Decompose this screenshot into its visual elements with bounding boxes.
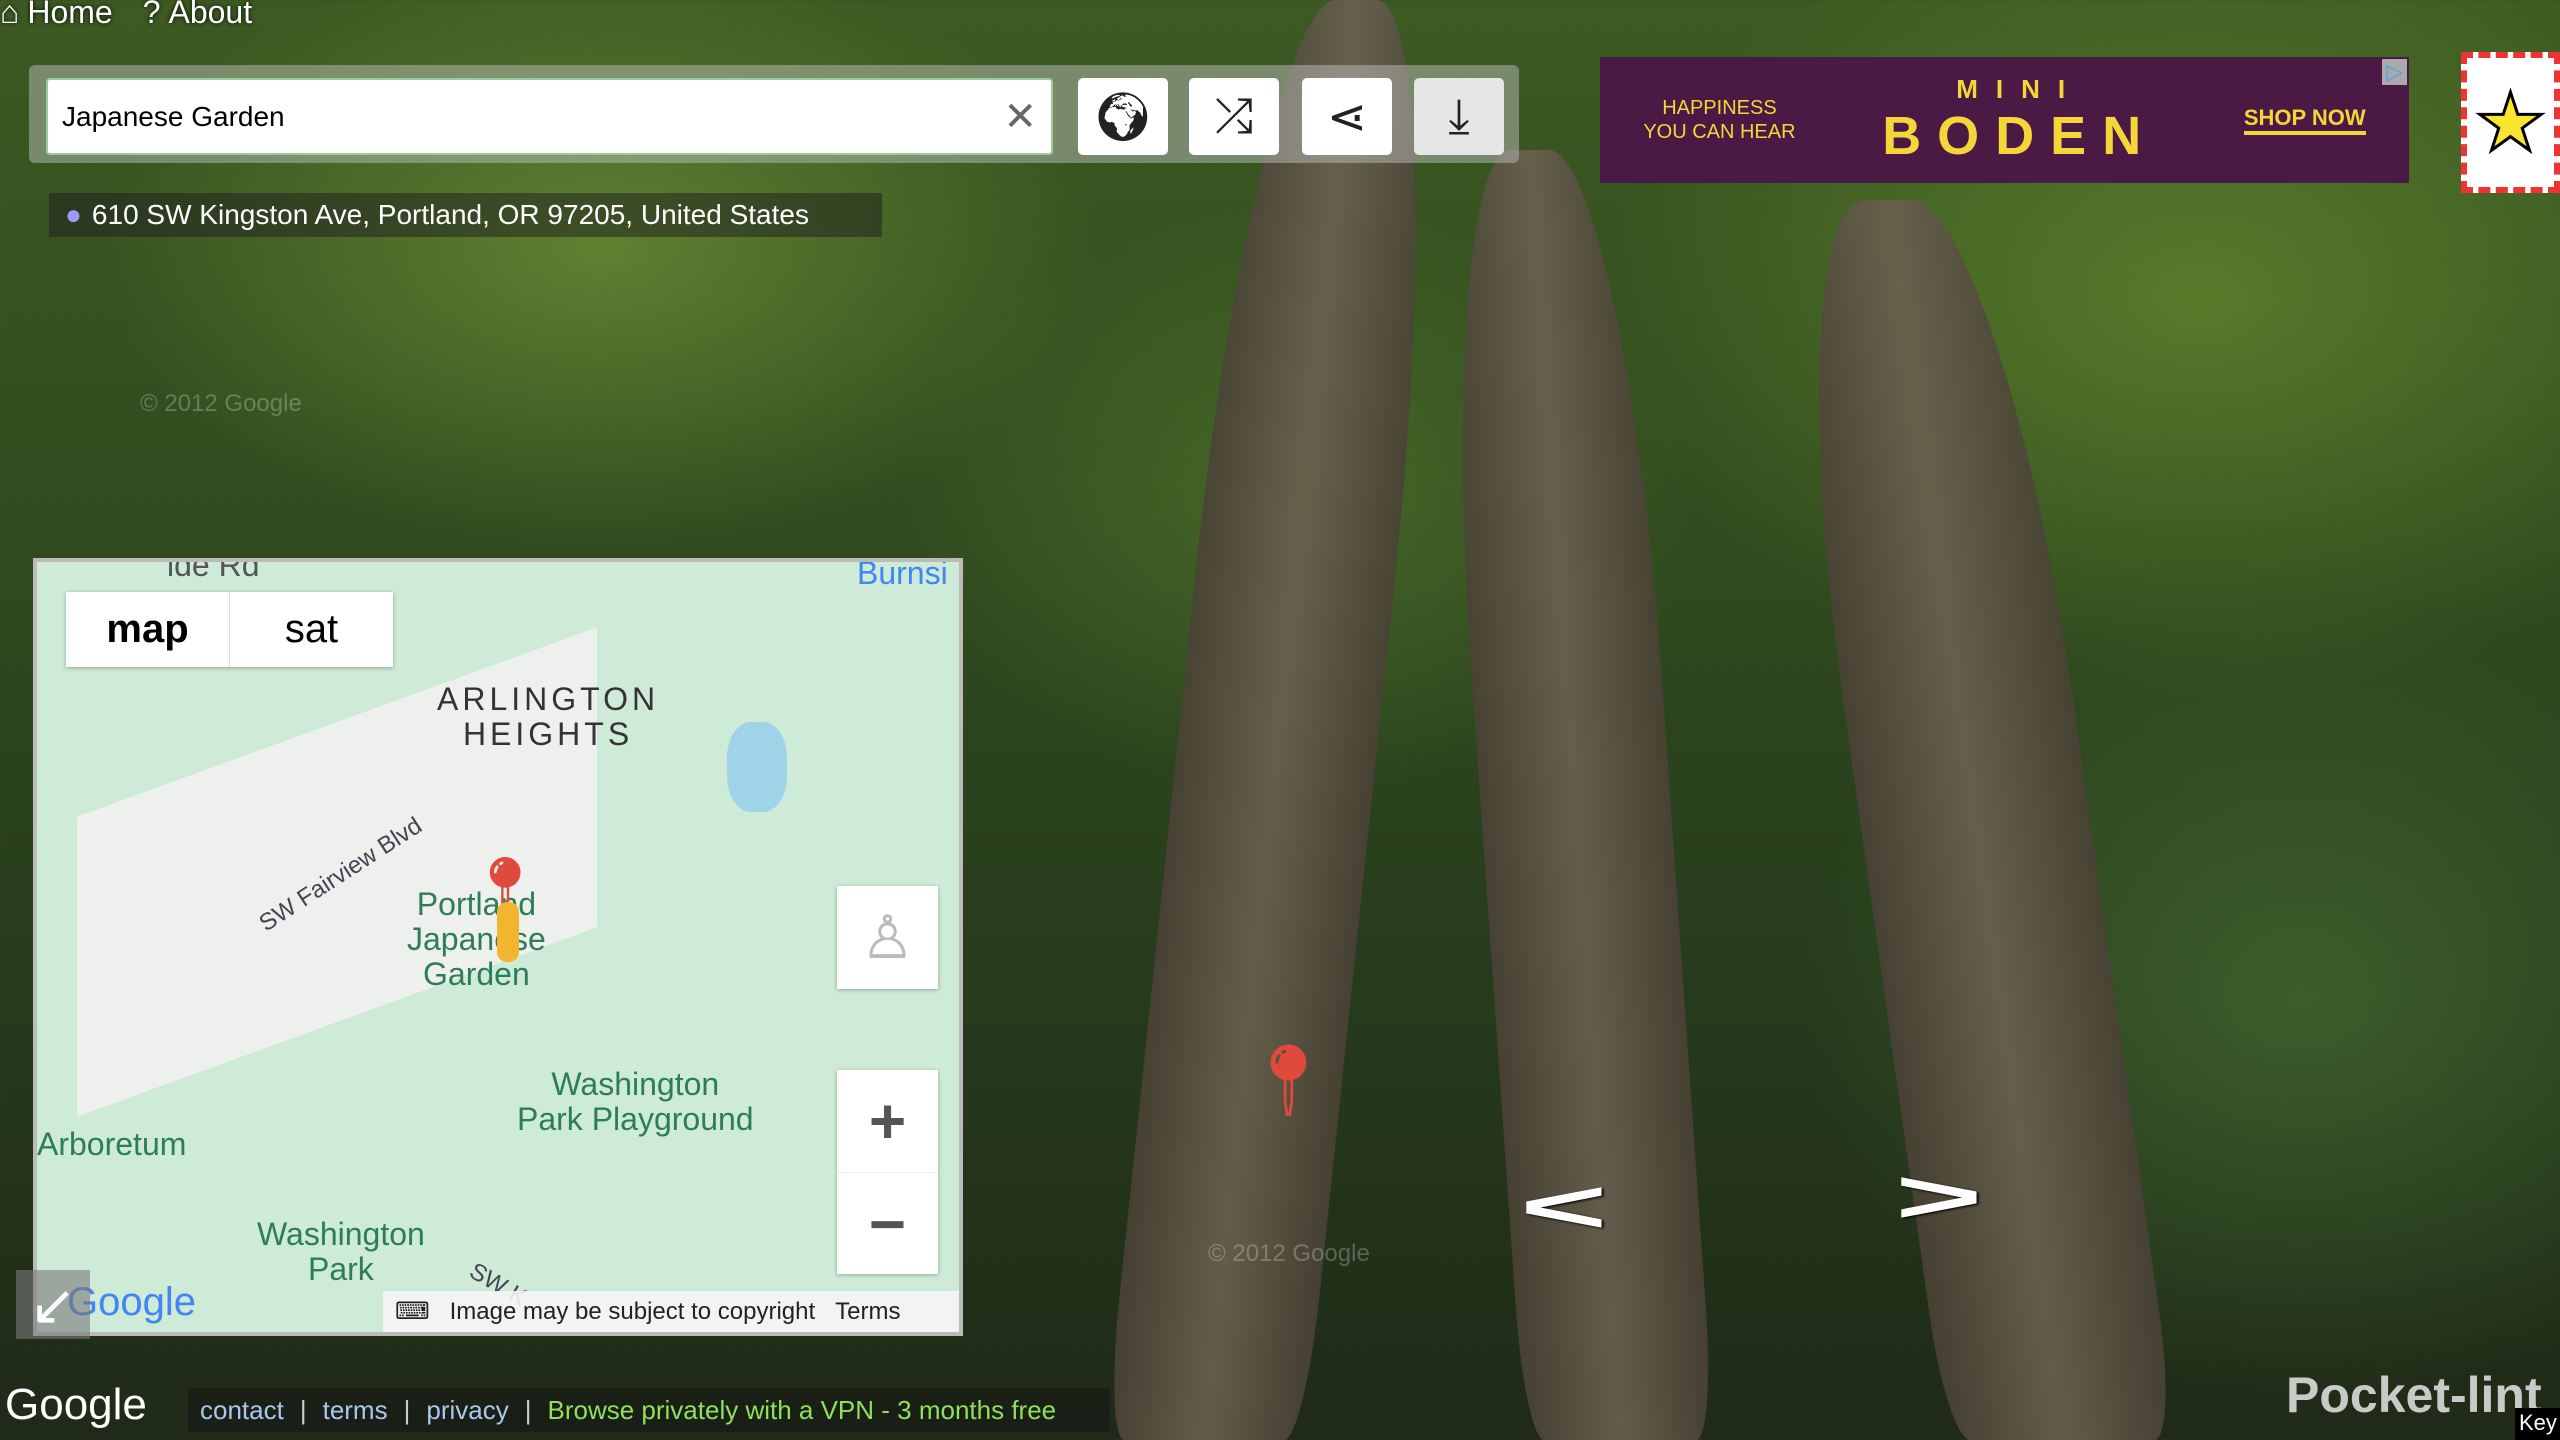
contact-link[interactable]: contact: [200, 1395, 284, 1426]
terms-link[interactable]: terms: [323, 1395, 388, 1426]
globe-icon: 🌍︎: [1092, 91, 1154, 144]
tree-trunk: [1104, 0, 1456, 1440]
tree-trunk: [1772, 200, 2178, 1440]
zoom-in-button[interactable]: +: [869, 1070, 906, 1172]
address-bar: ● 610 SW Kingston Ave, Portland, OR 9720…: [49, 193, 882, 237]
footer-links: contact | terms | privacy | Browse privatel…: [188, 1388, 1110, 1432]
top-nav: ⌂ Home ? About: [0, 0, 252, 31]
watermark: © 2012 Google: [140, 390, 302, 417]
keyboard-icon[interactable]: ⌨: [395, 1297, 430, 1326]
share-button[interactable]: ⋖: [1302, 78, 1392, 155]
tab-sat[interactable]: sat: [230, 592, 393, 667]
location-marker-icon[interactable]: 📍︎: [1244, 1040, 1333, 1122]
close-icon[interactable]: ✕: [1003, 94, 1037, 140]
footer-google-logo: Google: [5, 1380, 147, 1429]
pegman-button[interactable]: ♙: [837, 886, 938, 989]
star-icon: ★: [2473, 77, 2548, 169]
place-label: Arboretum: [37, 1126, 187, 1162]
place-label: Washington Park Playground: [517, 1066, 754, 1138]
collapse-map-button[interactable]: ↙: [16, 1270, 90, 1339]
search-box: ✕: [46, 78, 1053, 155]
place-label: Washington Park: [257, 1216, 425, 1288]
about-link[interactable]: ? About: [143, 0, 252, 31]
ad-banner[interactable]: HAPPINESS YOU CAN HEAR MINI BODEN SHOP NOW…: [1600, 57, 2409, 183]
next-arrow[interactable]: >: [1895, 1153, 1983, 1240]
home-link[interactable]: ⌂ Home: [0, 0, 113, 31]
map-attribution: ⌨ Image may be subject to copyright Term…: [383, 1291, 959, 1332]
watermark: © 2012 Google: [1208, 1240, 1370, 1267]
home-icon: ⌂: [0, 0, 20, 30]
shuffle-icon: ⤮: [1214, 89, 1254, 143]
arrow-down-left-icon: ↙: [29, 1272, 77, 1336]
mini-map[interactable]: map sat ide Rd Burnsi ARLINGTON HEIGHTS …: [33, 558, 963, 1336]
adchoices-icon[interactable]: ▷: [2382, 59, 2407, 85]
privacy-link[interactable]: privacy: [426, 1395, 508, 1426]
pegman-icon: [497, 902, 519, 962]
search-input[interactable]: [62, 100, 1004, 133]
random-button[interactable]: ⤮: [1189, 78, 1279, 155]
download-button[interactable]: ⤓: [1414, 78, 1504, 155]
road-label: Burnsi: [857, 558, 948, 591]
pond: [727, 722, 787, 812]
person-icon: ♙: [860, 903, 915, 971]
zoom-control: + −: [837, 1070, 938, 1274]
neighborhood-label: ARLINGTON HEIGHTS: [437, 681, 660, 753]
share-icon: ⋖: [1326, 90, 1368, 144]
vpn-promo-link[interactable]: Browse privately with a VPN - 3 months f…: [547, 1395, 1056, 1426]
tab-map[interactable]: map: [66, 592, 230, 667]
globe-button[interactable]: 🌍︎: [1078, 78, 1168, 155]
road-label: ide Rd: [167, 558, 260, 583]
pocketlint-watermark: Pocket-lint: [2286, 1367, 2542, 1423]
terms-link[interactable]: Terms: [835, 1298, 900, 1326]
location-pin-icon: ●: [65, 199, 82, 230]
map-type-toggle: map sat: [66, 592, 393, 667]
address-text: 610 SW Kingston Ave, Portland, OR 97205,…: [91, 199, 809, 230]
copyright-text: Image may be subject to copyright: [449, 1297, 816, 1325]
previous-arrow[interactable]: <: [1520, 1163, 1608, 1250]
zoom-out-button[interactable]: −: [837, 1172, 938, 1274]
ad-brand: MINI BODEN: [1882, 73, 2158, 166]
download-icon: ⤓: [1448, 89, 1470, 143]
ad-cta: SHOP NOW: [2243, 105, 2366, 135]
favorite-button[interactable]: ★: [2461, 52, 2560, 193]
help-icon: ?: [142, 0, 161, 30]
ad-tagline: HAPPINESS YOU CAN HEAR: [1643, 97, 1796, 143]
key-label: Key: [2515, 1408, 2560, 1440]
